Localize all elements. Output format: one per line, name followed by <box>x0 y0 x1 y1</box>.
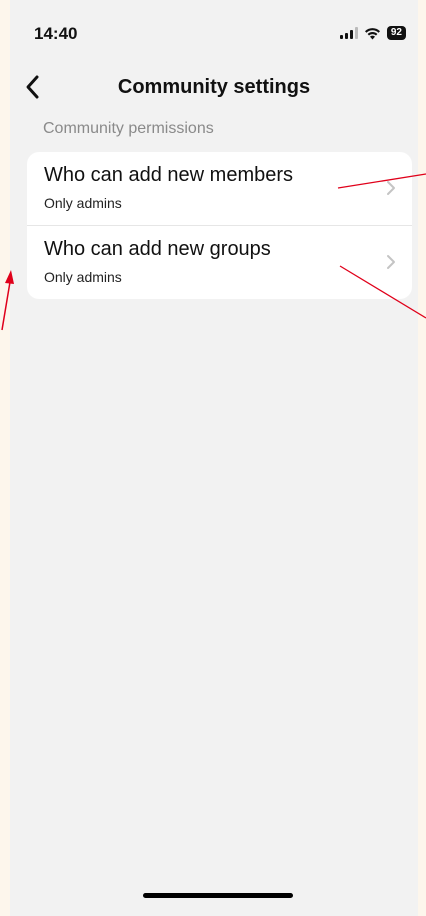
setting-title: Who can add new groups <box>44 238 271 260</box>
status-time: 14:40 <box>34 24 78 43</box>
chevron-right-icon <box>387 255 395 269</box>
nav-bar: Community settings <box>10 62 418 112</box>
setting-value: Only admins <box>44 195 122 211</box>
setting-title: Who can add new members <box>44 164 294 186</box>
status-icons: 92 <box>339 26 406 40</box>
section-header: Community permissions <box>43 120 214 137</box>
wifi-icon <box>364 27 380 39</box>
right-margin <box>418 0 426 916</box>
signal-icon <box>339 27 358 39</box>
permissions-card: Who can add new members Only admins Who … <box>27 152 412 299</box>
page-title: Community settings <box>117 76 311 98</box>
setting-value: Only admins <box>44 269 122 285</box>
status-bar: 14:40 92 <box>10 0 418 60</box>
battery-icon: 92 <box>386 26 406 40</box>
home-indicator <box>143 893 293 898</box>
phone-screen: 14:40 92 Community settings Community pe… <box>10 0 418 916</box>
left-margin <box>0 0 10 916</box>
chevron-right-icon <box>387 181 395 195</box>
setting-row-add-members[interactable]: Who can add new members Only admins <box>27 152 412 225</box>
setting-row-add-groups[interactable]: Who can add new groups Only admins <box>27 225 412 299</box>
